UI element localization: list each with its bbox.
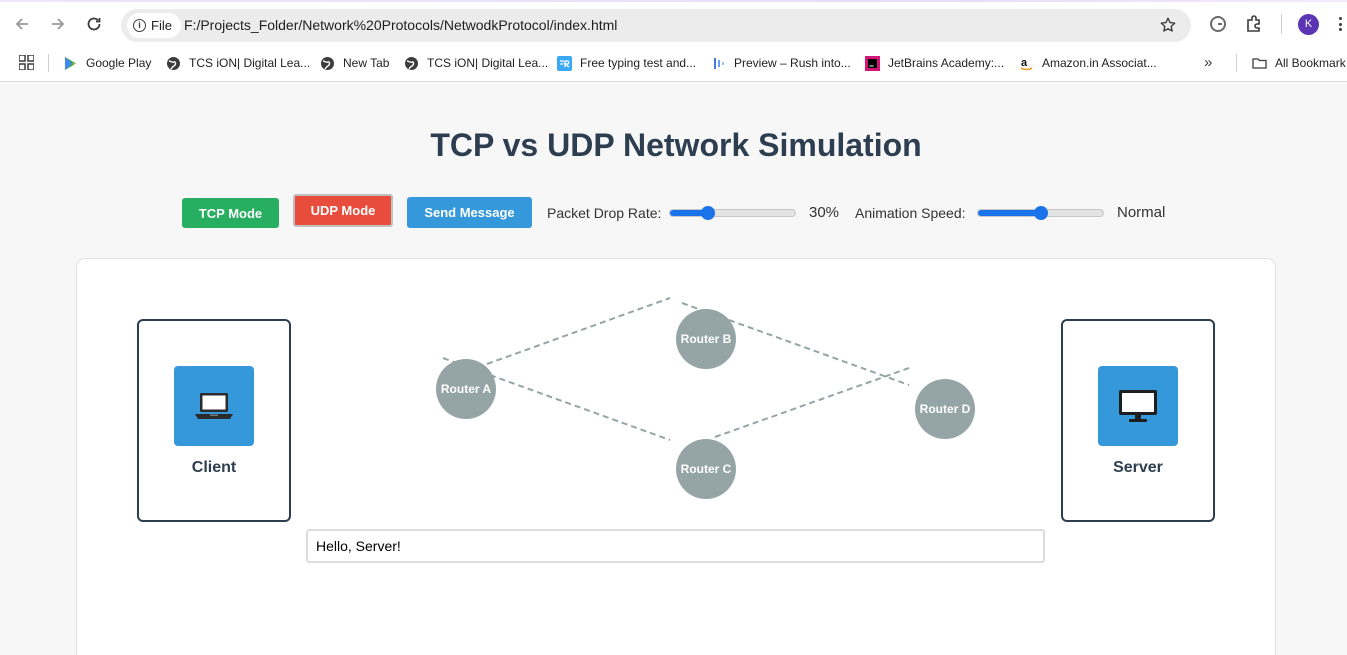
laptop-icon: [174, 366, 254, 446]
router-b[interactable]: Router B: [676, 309, 736, 369]
link-a-b: [486, 297, 671, 365]
desktop-monitor-icon: [1098, 366, 1178, 446]
client-label: Client: [191, 459, 237, 476]
router-c[interactable]: Router C: [676, 439, 736, 499]
client-node[interactable]: Client: [137, 319, 291, 522]
link-c-d: [714, 367, 910, 438]
router-d[interactable]: Router D: [915, 379, 975, 439]
message-input[interactable]: [306, 529, 1045, 563]
server-node[interactable]: Server: [1061, 319, 1215, 522]
server-label: Server: [1113, 459, 1163, 476]
router-a[interactable]: Router A: [436, 359, 496, 419]
